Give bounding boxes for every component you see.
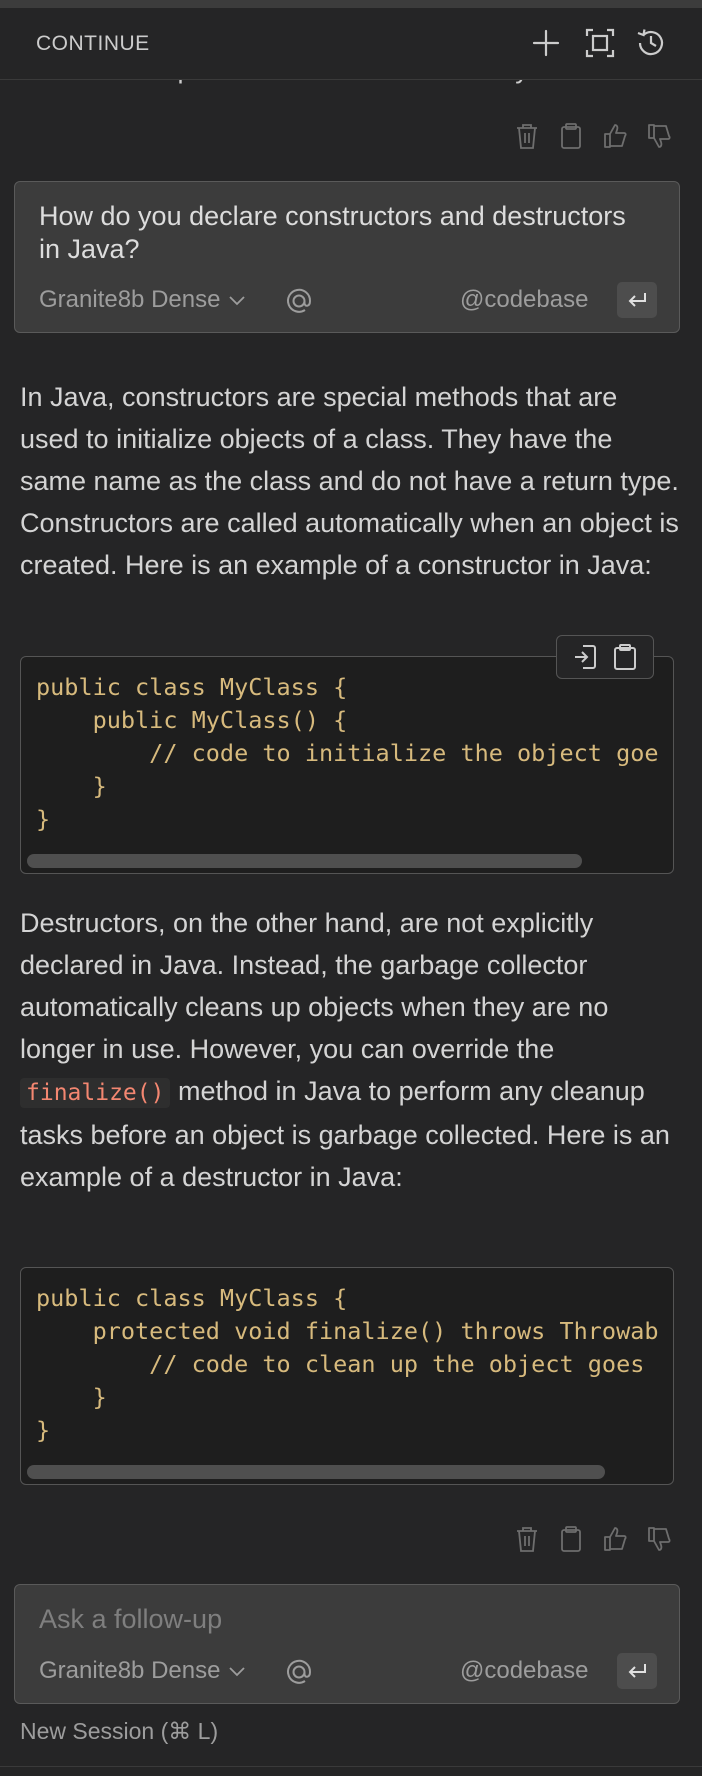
user-message-text: How do you declare constructors and dest… (39, 201, 626, 264)
new-session-button[interactable]: New Session (⌘ L) (20, 1718, 218, 1745)
model-selector[interactable]: Granite8b Dense (39, 1657, 246, 1685)
enter-icon (628, 293, 646, 307)
fullscreen-icon[interactable] (583, 26, 617, 60)
copy-code-icon[interactable] (611, 642, 639, 672)
thumbs-up-icon[interactable] (602, 1525, 628, 1553)
new-chat-plus-icon[interactable] (529, 26, 563, 60)
thumbs-down-icon[interactable] (646, 122, 672, 150)
thumbs-down-icon[interactable] (646, 1525, 672, 1553)
thumbs-up-icon[interactable] (602, 122, 628, 150)
model-selector-label: Granite8b Dense (39, 1657, 221, 1684)
trash-icon[interactable] (514, 1525, 540, 1553)
clipboard-icon[interactable] (558, 1525, 584, 1553)
code-content: public class MyClass { protected void fi… (36, 1284, 659, 1444)
submit-button[interactable] (617, 282, 657, 318)
previous-message-actions (514, 122, 672, 150)
code-block-destructor: public class MyClass { protected void fi… (20, 1267, 674, 1485)
code-content: public class MyClass { public MyClass() … (36, 673, 659, 833)
panel-title: CONTINUE (36, 32, 150, 55)
response-actions (514, 1525, 672, 1553)
insert-at-cursor-icon[interactable] (571, 642, 599, 672)
code-block-constructor: public class MyClass { public MyClass() … (20, 656, 674, 874)
codebase-context-button[interactable]: @codebase (460, 1657, 588, 1685)
footer-divider (0, 1766, 702, 1767)
model-selector-label: Granite8b Dense (39, 286, 221, 313)
response-paragraph-2: Destructors, on the other hand, are not … (20, 902, 680, 1198)
clipboard-icon[interactable] (558, 122, 584, 150)
at-mention-icon[interactable] (284, 1657, 314, 1687)
paragraph-2-text-a: Destructors, on the other hand, are not … (20, 908, 609, 1064)
chevron-down-icon (229, 296, 246, 306)
followup-input-box[interactable]: Ask a follow-up Granite8b Dense @codebas… (14, 1584, 680, 1704)
model-selector[interactable]: Granite8b Dense (39, 286, 246, 314)
panel-header: CONTINUE (0, 8, 702, 80)
trash-icon[interactable] (514, 122, 540, 150)
history-icon[interactable] (634, 26, 668, 60)
chevron-down-icon (229, 1667, 246, 1677)
code-block-toolbar (556, 635, 654, 679)
inline-code-finalize: finalize() (20, 1078, 171, 1108)
at-mention-icon[interactable] (284, 286, 314, 316)
followup-input[interactable]: Ask a follow-up (39, 1603, 639, 1636)
window-top-strip (0, 0, 702, 8)
user-message-box[interactable]: How do you declare constructors and dest… (14, 181, 680, 333)
codebase-context-button[interactable]: @codebase (460, 286, 588, 314)
submit-button[interactable] (617, 1653, 657, 1689)
response-paragraph-1: In Java, constructors are special method… (20, 382, 679, 580)
horizontal-scrollbar[interactable] (27, 854, 582, 868)
horizontal-scrollbar[interactable] (27, 1465, 605, 1479)
enter-icon (628, 1664, 646, 1678)
